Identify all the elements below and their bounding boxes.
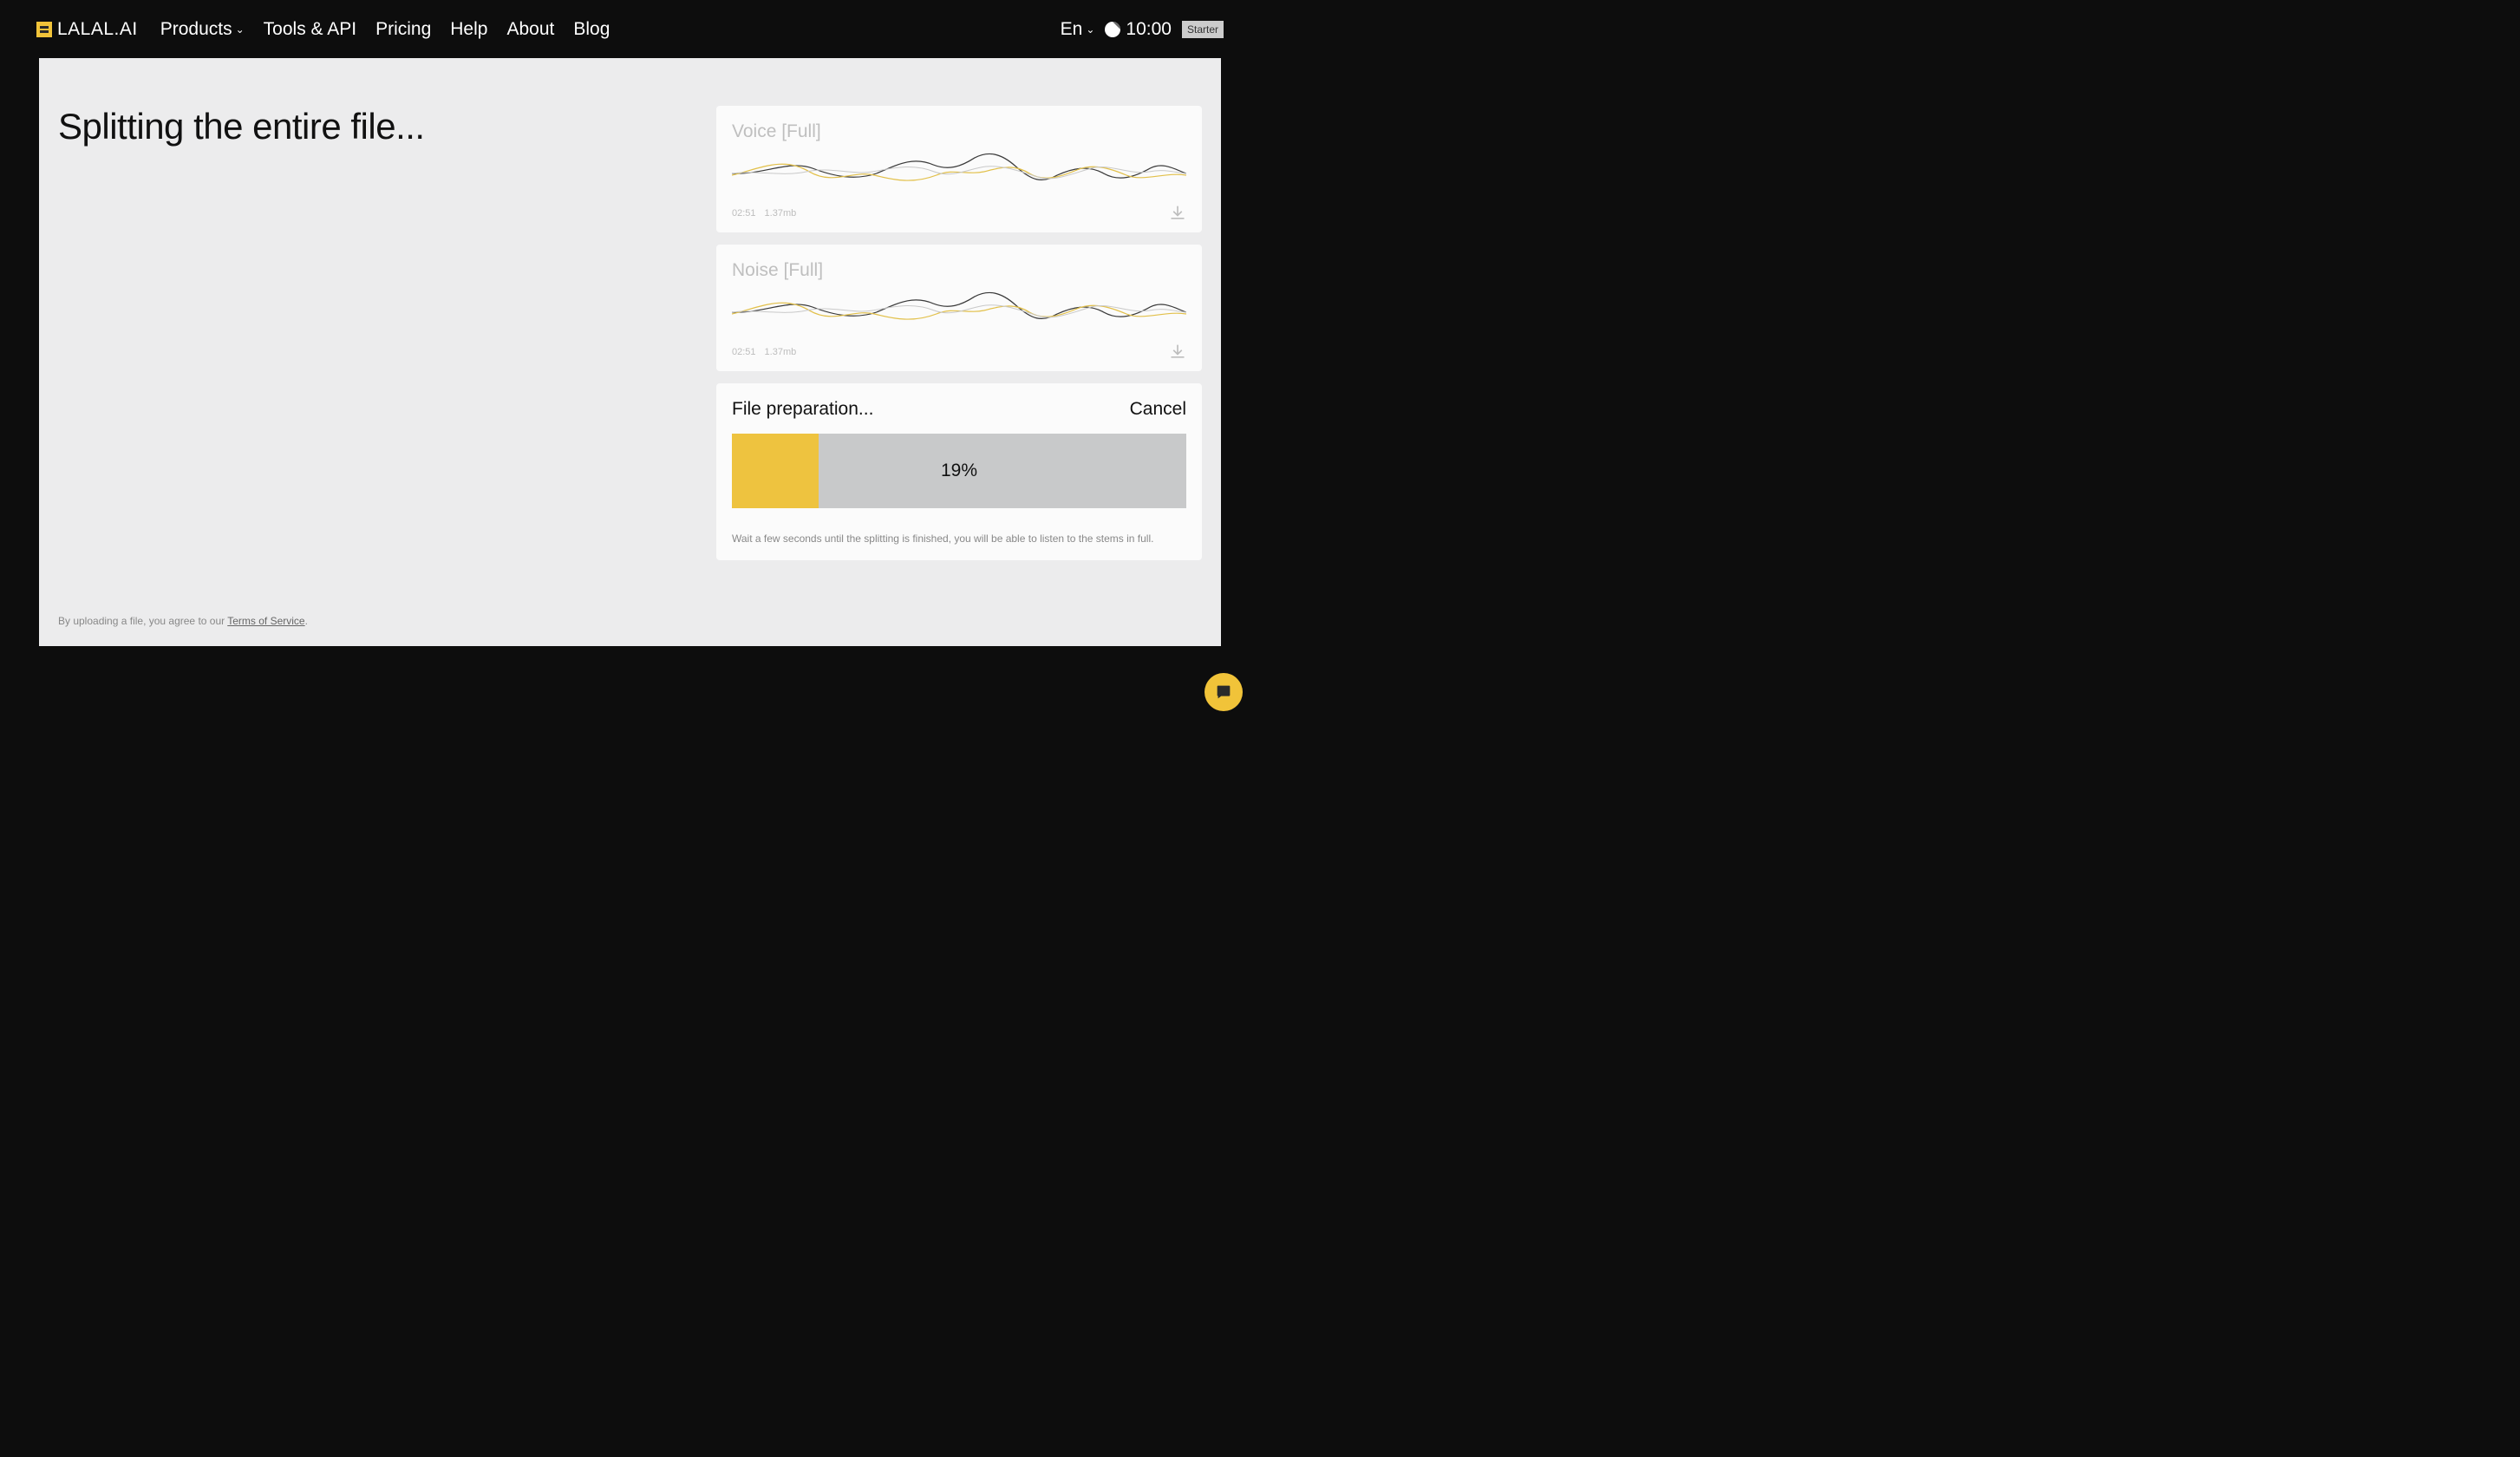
- language-selector[interactable]: En ⌄: [1061, 19, 1095, 40]
- stem-title: Noise [Full]: [732, 260, 1186, 281]
- progress-header: File preparation... Cancel: [732, 399, 1186, 420]
- terms-notice: By uploading a file, you agree to our Te…: [58, 615, 682, 627]
- logo[interactable]: LALAL.AI: [36, 19, 138, 40]
- logo-mark-icon: [36, 22, 52, 37]
- left-panel: Splitting the entire file... By uploadin…: [58, 106, 682, 627]
- main-nav: Products ⌄ Tools & API Pricing Help Abou…: [160, 19, 610, 40]
- chevron-down-icon: ⌄: [1086, 23, 1094, 36]
- waveform-icon: [732, 288, 1186, 336]
- stem-meta: 02:51 1.37mb: [732, 347, 796, 357]
- progress-fill: [732, 434, 819, 508]
- nav-pricing-label: Pricing: [375, 19, 431, 40]
- download-icon[interactable]: [1169, 343, 1186, 361]
- terms-suffix: .: [305, 615, 308, 627]
- progress-percent: 19%: [941, 461, 977, 481]
- terms-prefix: By uploading a file, you agree to our: [58, 615, 227, 627]
- terms-of-service-link[interactable]: Terms of Service: [227, 615, 304, 627]
- nav-pricing[interactable]: Pricing: [375, 19, 431, 40]
- stem-duration: 02:51: [732, 347, 756, 357]
- tier-badge[interactable]: Starter: [1182, 21, 1224, 38]
- progress-hint: Wait a few seconds until the splitting i…: [732, 532, 1186, 545]
- stem-title: Voice [Full]: [732, 121, 1186, 142]
- chat-button[interactable]: [1205, 673, 1243, 711]
- header-right: En ⌄ 10:00 Starter: [1061, 19, 1224, 40]
- nav-products[interactable]: Products ⌄: [160, 19, 245, 40]
- page-title: Splitting the entire file...: [58, 106, 682, 147]
- nav-help[interactable]: Help: [450, 19, 487, 40]
- minutes-remaining[interactable]: 10:00: [1105, 19, 1172, 40]
- stem-meta: 02:51 1.37mb: [732, 208, 796, 219]
- progress-card: File preparation... Cancel 19% Wait a fe…: [716, 383, 1202, 560]
- main-content: Splitting the entire file... By uploadin…: [39, 58, 1221, 646]
- clock-icon: [1105, 22, 1120, 37]
- cancel-button[interactable]: Cancel: [1130, 399, 1186, 420]
- stem-duration: 02:51: [732, 208, 756, 219]
- nav-blog-label: Blog: [573, 19, 610, 40]
- nav-about[interactable]: About: [506, 19, 554, 40]
- waveform-icon: [732, 149, 1186, 198]
- progress-bar: 19%: [732, 434, 1186, 508]
- time-value: 10:00: [1126, 19, 1172, 40]
- stem-meta-row: 02:51 1.37mb: [732, 205, 1186, 222]
- download-icon[interactable]: [1169, 205, 1186, 222]
- nav-blog[interactable]: Blog: [573, 19, 610, 40]
- chevron-down-icon: ⌄: [236, 23, 245, 36]
- chat-icon: [1214, 683, 1233, 702]
- progress-title: File preparation...: [732, 399, 873, 420]
- right-panel: Voice [Full] 02:51 1.37mb Noise [Full]: [716, 106, 1202, 627]
- nav-tools-api-label: Tools & API: [264, 19, 356, 40]
- stem-size: 1.37mb: [765, 347, 797, 357]
- header: LALAL.AI Products ⌄ Tools & API Pricing …: [0, 0, 1260, 58]
- nav-help-label: Help: [450, 19, 487, 40]
- nav-about-label: About: [506, 19, 554, 40]
- stem-meta-row: 02:51 1.37mb: [732, 343, 1186, 361]
- nav-tools-api[interactable]: Tools & API: [264, 19, 356, 40]
- logo-text: LALAL.AI: [57, 19, 138, 40]
- stem-card-voice: Voice [Full] 02:51 1.37mb: [716, 106, 1202, 232]
- nav-products-label: Products: [160, 19, 232, 40]
- stem-card-noise: Noise [Full] 02:51 1.37mb: [716, 245, 1202, 371]
- language-label: En: [1061, 19, 1083, 40]
- stem-size: 1.37mb: [765, 208, 797, 219]
